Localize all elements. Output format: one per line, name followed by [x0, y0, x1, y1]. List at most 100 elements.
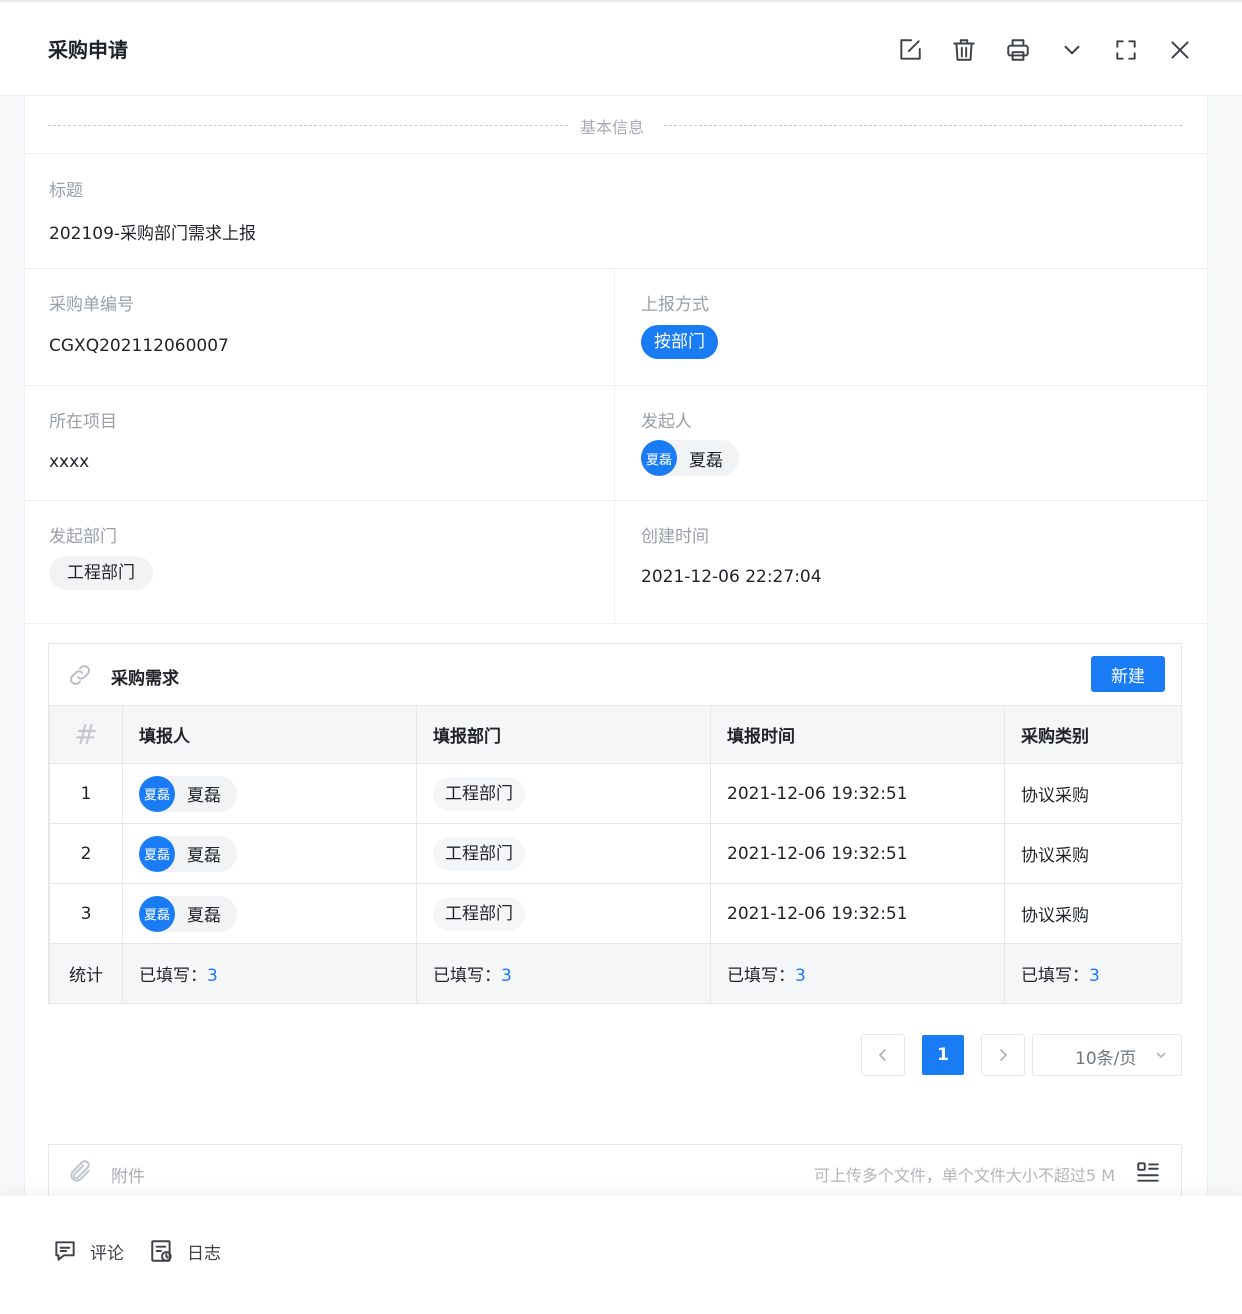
- order-no-value: CGXQ202112060007: [49, 336, 229, 356]
- edit-icon: [900, 39, 921, 60]
- category-cell: 协议采购: [1004, 763, 1182, 824]
- filled-count: 3: [207, 966, 218, 986]
- column-header-category[interactable]: 采购类别: [1004, 705, 1182, 764]
- column-header-time[interactable]: 填报时间: [710, 705, 1005, 764]
- project-label: 所在项目: [49, 412, 117, 432]
- chevron-left-icon: [879, 1049, 886, 1061]
- column-separator: [614, 268, 615, 623]
- row-separator: [24, 153, 1208, 154]
- dept-cell: 工程部门: [416, 883, 711, 944]
- avatar: 夏磊: [139, 895, 175, 932]
- comment-label: 评论: [90, 1243, 124, 1264]
- subtable-title: 采购需求: [111, 669, 179, 689]
- avatar: 夏磊: [641, 440, 677, 476]
- title-value: 202109-采购部门需求上报: [49, 224, 257, 244]
- fullscreen-button[interactable]: [1108, 32, 1144, 68]
- divider-line-left: [48, 125, 568, 126]
- print-button[interactable]: [1000, 32, 1036, 68]
- link-icon: [67, 662, 93, 692]
- comment-tab[interactable]: 评论: [52, 1238, 124, 1264]
- table-row[interactable]: 2 夏磊 夏磊 工程部门 2021-12-06 19:32:51 协议采购: [49, 823, 1182, 884]
- dept-tag: 工程部门: [433, 776, 525, 811]
- comment-icon: [55, 1241, 75, 1261]
- filled-count: 3: [1089, 966, 1100, 986]
- report-method-label: 上报方式: [641, 295, 709, 315]
- row-separator: [24, 268, 1208, 269]
- attachment-label: 附件: [111, 1167, 145, 1187]
- fullscreen-icon: [1116, 40, 1136, 60]
- project-value: xxxx: [49, 452, 90, 472]
- filled-label: 已填写：: [727, 966, 795, 986]
- printer-icon: [1007, 39, 1029, 61]
- more-dropdown-button[interactable]: [1054, 32, 1090, 68]
- next-page-button[interactable]: [981, 1034, 1025, 1076]
- edit-button[interactable]: [892, 32, 928, 68]
- column-header-index: #: [49, 705, 123, 764]
- filled-label: 已填写：: [139, 966, 207, 986]
- table-row[interactable]: 1 夏磊 夏磊 工程部门 2021-12-06 19:32:51 协议采购: [49, 763, 1182, 824]
- initiator-chip[interactable]: 夏磊 夏磊: [641, 440, 739, 476]
- reporter-cell: 夏磊 夏磊: [122, 823, 417, 884]
- reporter-name: 夏磊: [187, 846, 221, 866]
- avatar: 夏磊: [139, 835, 175, 872]
- dialog-title: 采购申请: [48, 38, 128, 62]
- filled-label: 已填写：: [1021, 966, 1089, 986]
- reporter-cell: 夏磊 夏磊: [122, 883, 417, 944]
- department-label: 发起部门: [49, 527, 117, 547]
- report-method-tag: 按部门: [641, 325, 718, 359]
- page-size-select[interactable]: 10条/页: [1032, 1034, 1182, 1076]
- close-icon: [1171, 41, 1189, 59]
- subtable-grid: # 填报人 填报部门 填报时间 采购类别 1 夏磊 夏磊 工程部门 2021-12…: [49, 705, 1182, 1004]
- page-size-value: 10条/页: [1075, 1049, 1137, 1069]
- department-tag: 工程部门: [49, 556, 153, 590]
- subtable-header: 采购需求 新建: [49, 644, 1181, 706]
- prev-page-button[interactable]: [861, 1034, 905, 1076]
- reporter-chip[interactable]: 夏磊 夏磊: [139, 895, 237, 932]
- list-icon: [1137, 1162, 1159, 1182]
- chevron-down-icon: [1064, 45, 1080, 55]
- delete-button[interactable]: [946, 32, 982, 68]
- log-label: 日志: [187, 1243, 221, 1264]
- close-button[interactable]: [1162, 32, 1198, 68]
- created-at-label: 创建时间: [641, 527, 709, 547]
- title-label: 标题: [49, 181, 83, 201]
- reporter-chip[interactable]: 夏磊 夏磊: [139, 835, 237, 872]
- filled-label: 已填写：: [433, 966, 501, 986]
- paperclip-icon: [67, 1159, 93, 1189]
- attachment-hint: 可上传多个文件，单个文件大小不超过5 M: [813, 1166, 1115, 1185]
- column-header-reporter[interactable]: 填报人: [122, 705, 417, 764]
- time-cell: 2021-12-06 19:32:51: [710, 763, 1005, 824]
- purchase-demand-subtable: 采购需求 新建 # 填报人 填报部门 填报时间 采购类别 1 夏磊 夏磊 工程部门…: [48, 643, 1182, 1004]
- reporter-name: 夏磊: [187, 906, 221, 926]
- new-record-button[interactable]: 新建: [1091, 656, 1165, 692]
- column-header-dept[interactable]: 填报部门: [416, 705, 711, 764]
- list-view-button[interactable]: [1135, 1159, 1161, 1189]
- time-cell: 2021-12-06 19:32:51: [710, 883, 1005, 944]
- table-row[interactable]: 3 夏磊 夏磊 工程部门 2021-12-06 19:32:51 协议采购: [49, 883, 1182, 944]
- initiator-name: 夏磊: [689, 450, 723, 471]
- attachment-field[interactable]: 附件 可上传多个文件，单个文件大小不超过5 M: [48, 1144, 1182, 1200]
- dept-tag: 工程部门: [433, 896, 525, 931]
- row-index: 1: [49, 763, 123, 824]
- stat-cell: 已填写：3: [122, 943, 417, 1004]
- time-cell: 2021-12-06 19:32:51: [710, 823, 1005, 884]
- reporter-cell: 夏磊 夏磊: [122, 763, 417, 824]
- dept-tag: 工程部门: [433, 836, 525, 871]
- reporter-chip[interactable]: 夏磊 夏磊: [139, 775, 237, 812]
- basic-info-divider: 基本信息: [48, 112, 1182, 138]
- row-index: 2: [49, 823, 123, 884]
- category-cell: 协议采购: [1004, 883, 1182, 944]
- statistics-row: 统计 已填写：3 已填写：3 已填写：3 已填写：3: [49, 943, 1182, 1004]
- log-tab[interactable]: 日志: [149, 1238, 221, 1264]
- dialog-header: 采购申请: [0, 0, 1242, 96]
- dialog-footer: 评论 日志: [0, 1196, 1242, 1314]
- divider-line-right: [664, 125, 1182, 126]
- row-separator: [24, 385, 1208, 386]
- log-icon: [151, 1240, 172, 1262]
- row-index: 3: [49, 883, 123, 944]
- chevron-right-icon: [1000, 1049, 1007, 1061]
- basic-info-heading: 基本信息: [580, 118, 645, 137]
- page-number-current[interactable]: 1: [922, 1035, 964, 1075]
- header-toolbar: [892, 32, 1198, 68]
- stat-cell: 已填写：3: [416, 943, 711, 1004]
